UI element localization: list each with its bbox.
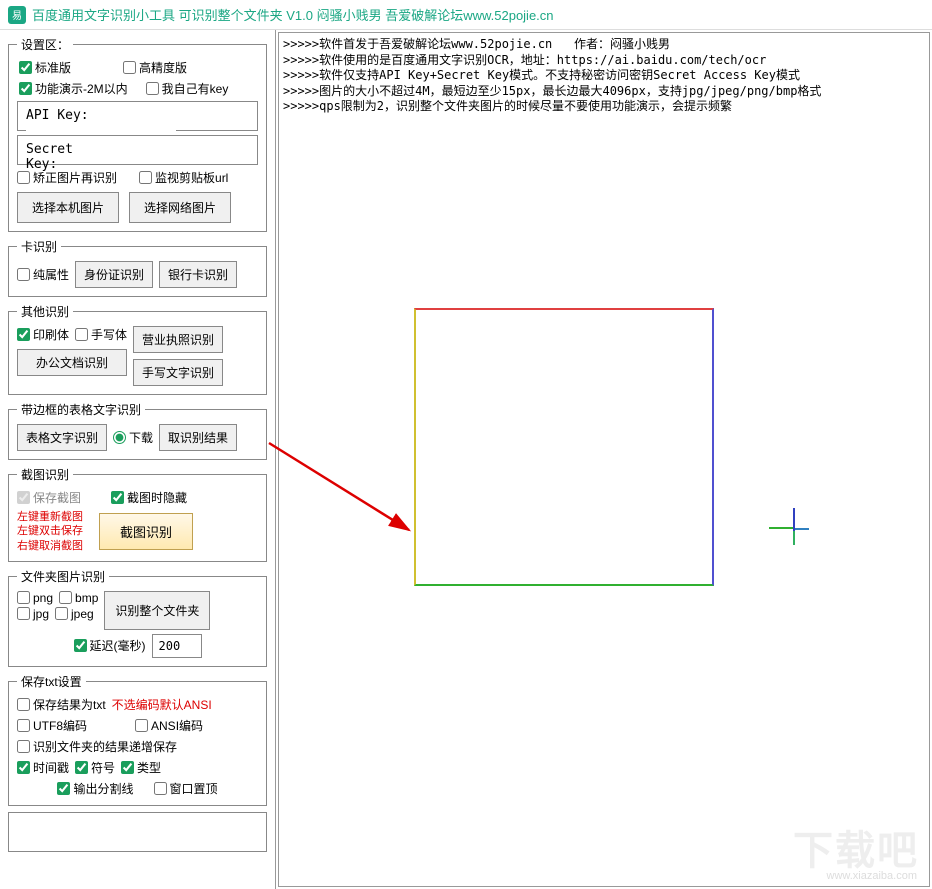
delay-checkbox[interactable]: 延迟(毫秒)	[74, 637, 146, 654]
type-checkbox[interactable]: 类型	[121, 759, 161, 776]
save-shot-checkbox: 保存截图	[17, 489, 81, 506]
correct-rerecog-checkbox[interactable]: 矫正图片再识别	[17, 169, 117, 186]
card-group: 卡识别 纯属性 身份证识别 银行卡识别	[8, 238, 267, 297]
recog-folder-button[interactable]: 识别整个文件夹	[104, 591, 210, 630]
license-button[interactable]: 营业执照识别	[133, 326, 223, 353]
status-bar	[8, 812, 267, 852]
own-key-checkbox[interactable]: 我自己有key	[146, 80, 229, 97]
high-precision-checkbox[interactable]: 高精度版	[123, 59, 187, 76]
handwrite-checkbox[interactable]: 手写体	[75, 326, 127, 343]
txt-group: 保存txt设置 保存结果为txt 不选编码默认ANSI UTF8编码 ANSI编…	[8, 673, 267, 806]
standard-checkbox[interactable]: 标准版	[19, 59, 71, 76]
pure-attr-checkbox[interactable]: 纯属性	[17, 266, 69, 283]
timestamp-checkbox[interactable]: 时间戳	[17, 759, 69, 776]
monitor-clipboard-checkbox[interactable]: 监视剪贴板url	[139, 169, 228, 186]
save-as-txt-checkbox[interactable]: 保存结果为txt	[17, 696, 106, 713]
select-network-image-button[interactable]: 选择网络图片	[129, 192, 231, 223]
other-legend: 其他识别	[17, 303, 73, 320]
hide-on-shot-checkbox[interactable]: 截图时隐藏	[111, 489, 187, 506]
api-key-label: API Key:	[26, 108, 104, 123]
output-panel: >>>>>软件首发于吾爱破解论坛www.52pojie.cn 作者：闷骚小贱男 …	[278, 32, 930, 887]
settings-group: 设置区： 标准版 高精度版 功能演示-2M以内 我自己有key API Key:…	[8, 36, 267, 232]
download-radio[interactable]: 下载	[113, 429, 153, 446]
output-text: >>>>>软件首发于吾爱破解论坛www.52pojie.cn 作者：闷骚小贱男 …	[279, 33, 929, 119]
jpeg-checkbox[interactable]: jpeg	[55, 607, 94, 621]
png-checkbox[interactable]: png	[17, 591, 53, 605]
bank-card-button[interactable]: 银行卡识别	[159, 261, 237, 288]
folder-legend: 文件夹图片识别	[17, 568, 109, 585]
screenshot-button[interactable]: 截图识别	[99, 513, 193, 550]
bmp-checkbox[interactable]: bmp	[59, 591, 98, 605]
demo-checkbox[interactable]: 功能演示-2M以内	[19, 80, 128, 97]
crosshair-ext-v-icon	[793, 531, 795, 545]
txt-legend: 保存txt设置	[17, 673, 86, 690]
id-card-button[interactable]: 身份证识别	[75, 261, 153, 288]
settings-panel: 设置区： 标准版 高精度版 功能演示-2M以内 我自己有key API Key:…	[0, 30, 276, 889]
sep-line-checkbox[interactable]: 输出分割线	[57, 780, 133, 797]
select-local-image-button[interactable]: 选择本机图片	[17, 192, 119, 223]
annotation-arrow-icon	[249, 428, 429, 548]
ansi-checkbox[interactable]: ANSI编码	[135, 717, 203, 734]
other-group: 其他识别 印刷体 手写体 办公文档识别 营业执照识别 手写文字识别	[8, 303, 267, 395]
print-checkbox[interactable]: 印刷体	[17, 326, 69, 343]
delay-input[interactable]	[152, 634, 202, 658]
app-logo-icon: 易	[8, 6, 26, 24]
crosshair-ext-h-icon	[795, 528, 809, 530]
table-recog-button[interactable]: 表格文字识别	[17, 424, 107, 451]
watermark-text: 下载吧	[793, 818, 919, 876]
settings-legend: 设置区：	[17, 36, 73, 53]
watermark-url: www.xiazaiba.com	[827, 870, 917, 882]
top-window-checkbox[interactable]: 窗口置顶	[154, 780, 218, 797]
encoding-hint: 不选编码默认ANSI	[112, 696, 212, 713]
screenshot-legend: 截图识别	[17, 466, 73, 483]
folder-group: 文件夹图片识别 png bmp jpg jpeg 识别整个文件夹 延迟(毫秒)	[8, 568, 267, 667]
symbol-checkbox[interactable]: 符号	[75, 759, 115, 776]
get-result-button[interactable]: 取识别结果	[159, 424, 237, 451]
titlebar: 易 百度通用文字识别小工具 可识别整个文件夹 V1.0 闷骚小贱男 吾爱破解论坛…	[0, 0, 932, 30]
screenshot-group: 截图识别 保存截图 截图时隐藏 左键重新截图 左键双击保存 右键取消截图 截图识…	[8, 466, 267, 562]
utf8-checkbox[interactable]: UTF8编码	[17, 717, 87, 734]
table-group: 带边框的表格文字识别 表格文字识别 下载 取识别结果	[8, 401, 267, 460]
table-legend: 带边框的表格文字识别	[17, 401, 145, 418]
selection-rectangle	[414, 308, 714, 586]
append-checkbox[interactable]: 识别文件夹的结果递增保存	[17, 738, 177, 755]
secret-key-label: Secret Key:	[26, 142, 104, 172]
handwrite-button[interactable]: 手写文字识别	[133, 359, 223, 386]
card-legend: 卡识别	[17, 238, 61, 255]
window-title: 百度通用文字识别小工具 可识别整个文件夹 V1.0 闷骚小贱男 吾爱破解论坛ww…	[32, 5, 554, 24]
office-doc-button[interactable]: 办公文档识别	[17, 349, 127, 376]
screenshot-hint: 左键重新截图 左键双击保存 右键取消截图	[17, 510, 83, 553]
jpg-checkbox[interactable]: jpg	[17, 607, 49, 621]
